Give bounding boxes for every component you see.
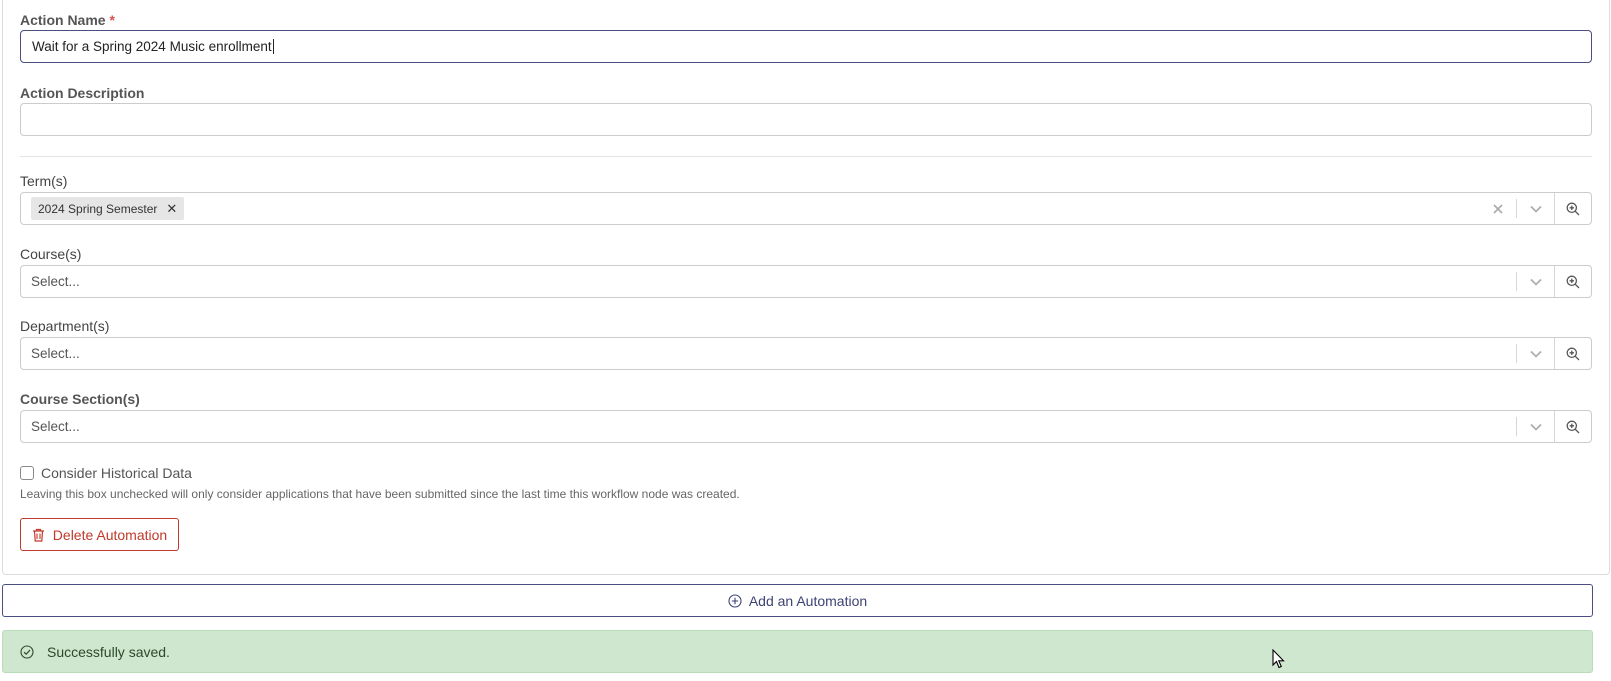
action-description-input[interactable] [20, 103, 1592, 136]
section-divider [20, 156, 1592, 157]
course-sections-select[interactable]: Select... [20, 410, 1592, 443]
mouse-cursor-icon [1272, 649, 1285, 669]
zoom-in-icon[interactable] [1555, 193, 1591, 224]
clear-icon[interactable] [1480, 193, 1516, 224]
chevron-down-icon[interactable] [1517, 338, 1554, 369]
departments-label: Department(s) [20, 318, 110, 334]
chevron-down-icon[interactable] [1517, 193, 1554, 224]
course-sections-label: Course Section(s) [20, 391, 140, 407]
action-description-label: Action Description [20, 85, 145, 101]
x-icon[interactable]: ✕ [166, 201, 177, 217]
text-caret [272, 39, 274, 54]
action-name-value: Wait for a Spring 2024 Music enrollment [32, 39, 272, 54]
courses-placeholder: Select... [31, 274, 80, 289]
zoom-in-icon[interactable] [1555, 411, 1591, 442]
check-circle-icon [20, 644, 34, 659]
courses-label: Course(s) [20, 246, 82, 262]
historical-data-hint: Leaving this box unchecked will only con… [20, 487, 740, 501]
departments-select[interactable]: Select... [20, 337, 1592, 370]
chevron-down-icon[interactable] [1517, 411, 1554, 442]
departments-placeholder: Select... [31, 346, 80, 361]
success-message: Successfully saved. [47, 643, 170, 660]
delete-automation-button[interactable]: Delete Automation [20, 518, 179, 551]
success-alert: Successfully saved. [2, 630, 1593, 673]
term-chip: 2024 Spring Semester ✕ [31, 197, 185, 220]
historical-data-checkbox[interactable] [20, 466, 34, 480]
action-name-label: Action Name * [20, 12, 115, 28]
terms-select[interactable]: 2024 Spring Semester ✕ [20, 192, 1592, 225]
historical-data-label[interactable]: Consider Historical Data [41, 465, 192, 481]
trash-icon [32, 528, 44, 542]
historical-data-row: Consider Historical Data [20, 465, 192, 481]
plus-circle-icon [728, 593, 742, 608]
courses-select[interactable]: Select... [20, 265, 1592, 298]
chevron-down-icon[interactable] [1517, 266, 1554, 297]
zoom-in-icon[interactable] [1555, 266, 1591, 297]
action-name-input[interactable]: Wait for a Spring 2024 Music enrollment [20, 30, 1592, 63]
zoom-in-icon[interactable] [1555, 338, 1591, 369]
add-automation-button[interactable]: Add an Automation [2, 584, 1593, 617]
course-sections-placeholder: Select... [31, 419, 80, 434]
terms-label: Term(s) [20, 173, 68, 189]
